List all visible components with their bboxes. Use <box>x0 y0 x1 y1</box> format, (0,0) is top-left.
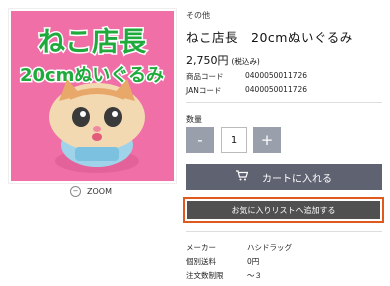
zoom-label: ZOOM <box>87 187 112 196</box>
quantity-label: 数量 <box>186 115 202 124</box>
product-code-value: 0400050011726 <box>245 71 308 80</box>
price-amount: 2,750円 <box>186 54 229 67</box>
spec-shipping-value: 0円 <box>247 257 260 266</box>
quantity-input[interactable]: 1 <box>221 127 247 153</box>
quantity-plus-button[interactable]: + <box>253 127 281 153</box>
jan-code-label: JANコード <box>186 86 222 95</box>
product-title: ねこ店長 20cmぬいぐるみ <box>186 30 353 45</box>
add-to-cart-label: カートに入れる <box>262 173 332 185</box>
spec-limit-value: ～３ <box>247 271 262 280</box>
spec-maker-value: ハシドラッグ <box>247 243 292 252</box>
product-code-label: 商品コード <box>186 72 224 81</box>
tax-note: (税込み) <box>231 57 260 66</box>
divider <box>186 231 382 232</box>
jan-code-value: 0400050011726 <box>245 85 308 94</box>
spec-maker-label: メーカー <box>186 243 216 252</box>
quantity-minus-button[interactable]: - <box>186 127 214 153</box>
spec-shipping-label: 個別送料 <box>186 257 216 266</box>
category-label: その他 <box>186 11 210 20</box>
product-photo: ねこ店長 20cmぬいぐるみ <box>9 9 176 183</box>
cart-icon <box>236 170 249 184</box>
zoom-icon: − <box>70 186 81 197</box>
product-image[interactable]: ねこ店長 20cmぬいぐるみ <box>8 8 177 184</box>
spec-limit-label: 注文数制限 <box>186 271 224 280</box>
zoom-control[interactable]: − ZOOM <box>70 186 112 197</box>
banner-line1: ねこ店長 <box>38 27 147 58</box>
divider <box>186 102 382 103</box>
cat-plush-illustration <box>49 79 145 173</box>
price: 2,750円 (税込み) <box>186 52 260 68</box>
banner-line2: 20cmぬいぐるみ <box>20 65 164 86</box>
add-to-favorites-button[interactable]: お気に入りリストへ追加する <box>187 201 380 219</box>
add-to-cart-button[interactable]: カートに入れる <box>186 164 382 190</box>
